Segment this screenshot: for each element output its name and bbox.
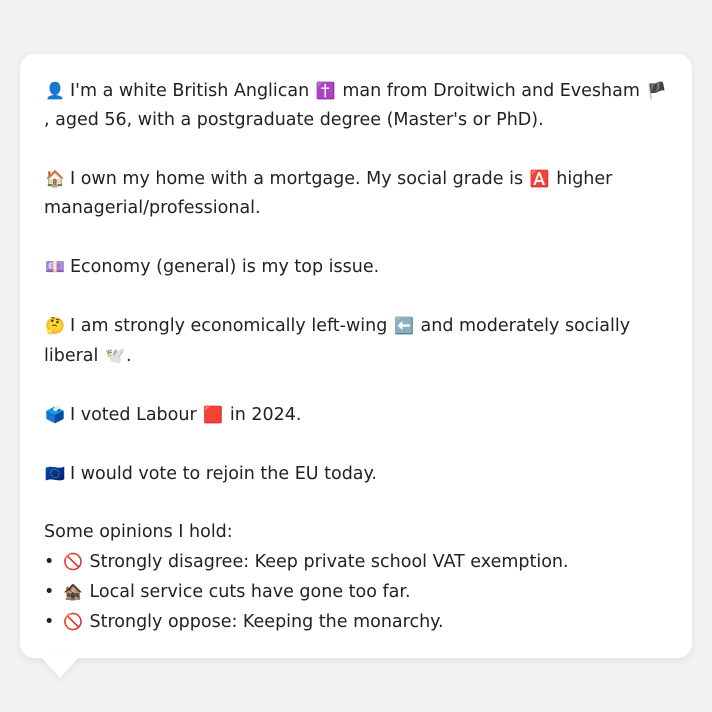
issue-text: Economy (general) is my top issue.	[70, 257, 380, 277]
eu-line: 🇪🇺 I would vote to rejoin the EU today.	[44, 459, 668, 489]
issue-line: 💷 Economy (general) is my top issue.	[44, 252, 668, 282]
derelict-house-icon: 🏚️	[62, 582, 83, 601]
prohibited-icon: 🚫	[62, 552, 83, 571]
eu-flag-icon: 🇪🇺	[45, 464, 65, 483]
identity-text-1: I'm a white British Anglican	[70, 81, 310, 101]
vote-text-1: I voted Labour	[70, 405, 197, 425]
bullet: •	[44, 582, 55, 602]
letter-a-icon: 🅰️	[529, 169, 550, 188]
bubble-tail	[40, 656, 80, 678]
cross-icon: ✝️	[315, 81, 336, 100]
bullet: •	[44, 552, 55, 572]
chat-message-bubble: 👤 I'm a white British Anglican ✝️ man fro…	[20, 54, 692, 658]
england-flag-icon: 🏴	[646, 81, 667, 100]
opinion-text: Strongly disagree: Keep private school V…	[89, 552, 569, 572]
left-arrow-icon: ⬅️	[393, 316, 414, 335]
identity-text-2: man from Droitwich and Evesham	[342, 81, 640, 101]
thinking-face-icon: 🤔	[45, 316, 65, 335]
vote-text-2: in 2024.	[229, 405, 302, 425]
opinion-text: Strongly oppose: Keeping the monarchy.	[89, 612, 444, 632]
opinion-item: • 🚫 Strongly disagree: Keep private scho…	[44, 547, 668, 577]
opinions-list: • 🚫 Strongly disagree: Keep private scho…	[44, 547, 668, 637]
opinion-text: Local service cuts have gone too far.	[89, 582, 411, 602]
eu-text: I would vote to rejoin the EU today.	[70, 464, 377, 484]
opinion-item: • 🚫 Strongly oppose: Keeping the monarch…	[44, 607, 668, 637]
ideology-text-3: .	[125, 346, 132, 366]
person-icon: 👤	[45, 81, 65, 100]
prohibited-icon: 🚫	[62, 612, 83, 631]
dove-icon: 🕊️	[105, 346, 125, 365]
vote-line: 🗳️ I voted Labour 🟥 in 2024.	[44, 400, 668, 430]
ballot-box-icon: 🗳️	[45, 405, 65, 424]
red-square-icon: 🟥	[203, 405, 224, 424]
money-icon: 💷	[45, 257, 65, 276]
identity-line: 👤 I'm a white British Anglican ✝️ man fro…	[44, 76, 668, 135]
opinions-heading: Some opinions I hold:	[44, 522, 233, 542]
ideology-text-1: I am strongly economically left-wing	[70, 316, 388, 336]
identity-text-3: , aged 56, with a postgraduate degree (M…	[44, 110, 544, 130]
house-icon: 🏠	[45, 169, 65, 188]
opinion-item: • 🏚️ Local service cuts have gone too fa…	[44, 577, 668, 607]
home-text-1: I own my home with a mortgage. My social…	[70, 169, 524, 189]
home-line: 🏠 I own my home with a mortgage. My socia…	[44, 164, 668, 223]
bullet: •	[44, 612, 55, 632]
ideology-line: 🤔 I am strongly economically left-wing ⬅️…	[44, 311, 668, 371]
